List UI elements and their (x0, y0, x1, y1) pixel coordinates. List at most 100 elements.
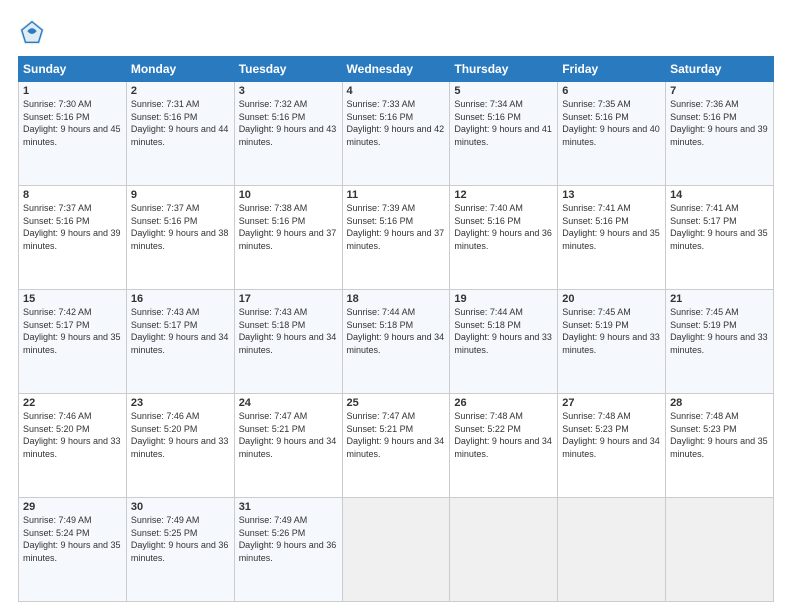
day-cell: 27Sunrise: 7:48 AMSunset: 5:23 PMDayligh… (558, 394, 666, 498)
day-info: Sunrise: 7:31 AMSunset: 5:16 PMDaylight:… (131, 98, 230, 148)
day-number: 16 (131, 293, 230, 305)
col-header-monday: Monday (126, 57, 234, 82)
day-info: Sunrise: 7:37 AMSunset: 5:16 PMDaylight:… (131, 202, 230, 252)
day-number: 15 (23, 293, 122, 305)
day-number: 11 (347, 189, 446, 201)
day-number: 2 (131, 85, 230, 97)
calendar-table: SundayMondayTuesdayWednesdayThursdayFrid… (18, 56, 774, 602)
week-row-5: 29Sunrise: 7:49 AMSunset: 5:24 PMDayligh… (19, 498, 774, 602)
day-info: Sunrise: 7:49 AMSunset: 5:24 PMDaylight:… (23, 514, 122, 564)
day-info: Sunrise: 7:43 AMSunset: 5:18 PMDaylight:… (239, 306, 338, 356)
day-number: 31 (239, 501, 338, 513)
day-cell: 3Sunrise: 7:32 AMSunset: 5:16 PMDaylight… (234, 82, 342, 186)
day-cell: 10Sunrise: 7:38 AMSunset: 5:16 PMDayligh… (234, 186, 342, 290)
col-header-thursday: Thursday (450, 57, 558, 82)
day-number: 17 (239, 293, 338, 305)
day-number: 19 (454, 293, 553, 305)
day-cell: 8Sunrise: 7:37 AMSunset: 5:16 PMDaylight… (19, 186, 127, 290)
day-cell: 7Sunrise: 7:36 AMSunset: 5:16 PMDaylight… (666, 82, 774, 186)
day-number: 28 (670, 397, 769, 409)
day-cell: 6Sunrise: 7:35 AMSunset: 5:16 PMDaylight… (558, 82, 666, 186)
day-info: Sunrise: 7:32 AMSunset: 5:16 PMDaylight:… (239, 98, 338, 148)
day-info: Sunrise: 7:39 AMSunset: 5:16 PMDaylight:… (347, 202, 446, 252)
day-number: 3 (239, 85, 338, 97)
day-cell: 12Sunrise: 7:40 AMSunset: 5:16 PMDayligh… (450, 186, 558, 290)
header-row: SundayMondayTuesdayWednesdayThursdayFrid… (19, 57, 774, 82)
day-info: Sunrise: 7:36 AMSunset: 5:16 PMDaylight:… (670, 98, 769, 148)
day-info: Sunrise: 7:47 AMSunset: 5:21 PMDaylight:… (239, 410, 338, 460)
day-cell: 2Sunrise: 7:31 AMSunset: 5:16 PMDaylight… (126, 82, 234, 186)
day-number: 5 (454, 85, 553, 97)
col-header-wednesday: Wednesday (342, 57, 450, 82)
day-cell: 29Sunrise: 7:49 AMSunset: 5:24 PMDayligh… (19, 498, 127, 602)
day-number: 27 (562, 397, 661, 409)
day-number: 1 (23, 85, 122, 97)
day-info: Sunrise: 7:44 AMSunset: 5:18 PMDaylight:… (454, 306, 553, 356)
day-info: Sunrise: 7:46 AMSunset: 5:20 PMDaylight:… (131, 410, 230, 460)
header (18, 18, 774, 46)
day-cell: 9Sunrise: 7:37 AMSunset: 5:16 PMDaylight… (126, 186, 234, 290)
day-number: 24 (239, 397, 338, 409)
day-cell: 19Sunrise: 7:44 AMSunset: 5:18 PMDayligh… (450, 290, 558, 394)
day-number: 8 (23, 189, 122, 201)
day-number: 30 (131, 501, 230, 513)
day-number: 13 (562, 189, 661, 201)
day-number: 14 (670, 189, 769, 201)
col-header-sunday: Sunday (19, 57, 127, 82)
day-cell: 23Sunrise: 7:46 AMSunset: 5:20 PMDayligh… (126, 394, 234, 498)
day-cell: 25Sunrise: 7:47 AMSunset: 5:21 PMDayligh… (342, 394, 450, 498)
day-info: Sunrise: 7:41 AMSunset: 5:17 PMDaylight:… (670, 202, 769, 252)
day-number: 25 (347, 397, 446, 409)
week-row-3: 15Sunrise: 7:42 AMSunset: 5:17 PMDayligh… (19, 290, 774, 394)
week-row-1: 1Sunrise: 7:30 AMSunset: 5:16 PMDaylight… (19, 82, 774, 186)
day-info: Sunrise: 7:47 AMSunset: 5:21 PMDaylight:… (347, 410, 446, 460)
day-info: Sunrise: 7:41 AMSunset: 5:16 PMDaylight:… (562, 202, 661, 252)
day-cell (450, 498, 558, 602)
col-header-friday: Friday (558, 57, 666, 82)
day-info: Sunrise: 7:34 AMSunset: 5:16 PMDaylight:… (454, 98, 553, 148)
day-info: Sunrise: 7:48 AMSunset: 5:23 PMDaylight:… (670, 410, 769, 460)
day-info: Sunrise: 7:37 AMSunset: 5:16 PMDaylight:… (23, 202, 122, 252)
day-number: 18 (347, 293, 446, 305)
day-number: 6 (562, 85, 661, 97)
day-cell: 11Sunrise: 7:39 AMSunset: 5:16 PMDayligh… (342, 186, 450, 290)
day-info: Sunrise: 7:35 AMSunset: 5:16 PMDaylight:… (562, 98, 661, 148)
day-info: Sunrise: 7:42 AMSunset: 5:17 PMDaylight:… (23, 306, 122, 356)
day-cell: 4Sunrise: 7:33 AMSunset: 5:16 PMDaylight… (342, 82, 450, 186)
day-number: 7 (670, 85, 769, 97)
day-number: 21 (670, 293, 769, 305)
day-info: Sunrise: 7:49 AMSunset: 5:26 PMDaylight:… (239, 514, 338, 564)
day-info: Sunrise: 7:49 AMSunset: 5:25 PMDaylight:… (131, 514, 230, 564)
day-cell: 30Sunrise: 7:49 AMSunset: 5:25 PMDayligh… (126, 498, 234, 602)
day-info: Sunrise: 7:40 AMSunset: 5:16 PMDaylight:… (454, 202, 553, 252)
day-cell: 31Sunrise: 7:49 AMSunset: 5:26 PMDayligh… (234, 498, 342, 602)
day-info: Sunrise: 7:46 AMSunset: 5:20 PMDaylight:… (23, 410, 122, 460)
day-cell (342, 498, 450, 602)
week-row-2: 8Sunrise: 7:37 AMSunset: 5:16 PMDaylight… (19, 186, 774, 290)
day-number: 29 (23, 501, 122, 513)
day-cell: 26Sunrise: 7:48 AMSunset: 5:22 PMDayligh… (450, 394, 558, 498)
day-info: Sunrise: 7:45 AMSunset: 5:19 PMDaylight:… (562, 306, 661, 356)
day-cell: 20Sunrise: 7:45 AMSunset: 5:19 PMDayligh… (558, 290, 666, 394)
day-info: Sunrise: 7:33 AMSunset: 5:16 PMDaylight:… (347, 98, 446, 148)
day-info: Sunrise: 7:45 AMSunset: 5:19 PMDaylight:… (670, 306, 769, 356)
day-number: 23 (131, 397, 230, 409)
day-cell: 28Sunrise: 7:48 AMSunset: 5:23 PMDayligh… (666, 394, 774, 498)
day-cell: 24Sunrise: 7:47 AMSunset: 5:21 PMDayligh… (234, 394, 342, 498)
day-cell: 21Sunrise: 7:45 AMSunset: 5:19 PMDayligh… (666, 290, 774, 394)
day-cell: 5Sunrise: 7:34 AMSunset: 5:16 PMDaylight… (450, 82, 558, 186)
day-number: 4 (347, 85, 446, 97)
logo-icon (18, 18, 46, 46)
day-cell: 1Sunrise: 7:30 AMSunset: 5:16 PMDaylight… (19, 82, 127, 186)
day-cell: 16Sunrise: 7:43 AMSunset: 5:17 PMDayligh… (126, 290, 234, 394)
day-cell: 17Sunrise: 7:43 AMSunset: 5:18 PMDayligh… (234, 290, 342, 394)
day-info: Sunrise: 7:48 AMSunset: 5:22 PMDaylight:… (454, 410, 553, 460)
day-number: 10 (239, 189, 338, 201)
day-number: 9 (131, 189, 230, 201)
col-header-saturday: Saturday (666, 57, 774, 82)
day-cell: 18Sunrise: 7:44 AMSunset: 5:18 PMDayligh… (342, 290, 450, 394)
page: SundayMondayTuesdayWednesdayThursdayFrid… (0, 0, 792, 612)
day-cell (558, 498, 666, 602)
week-row-4: 22Sunrise: 7:46 AMSunset: 5:20 PMDayligh… (19, 394, 774, 498)
day-number: 20 (562, 293, 661, 305)
